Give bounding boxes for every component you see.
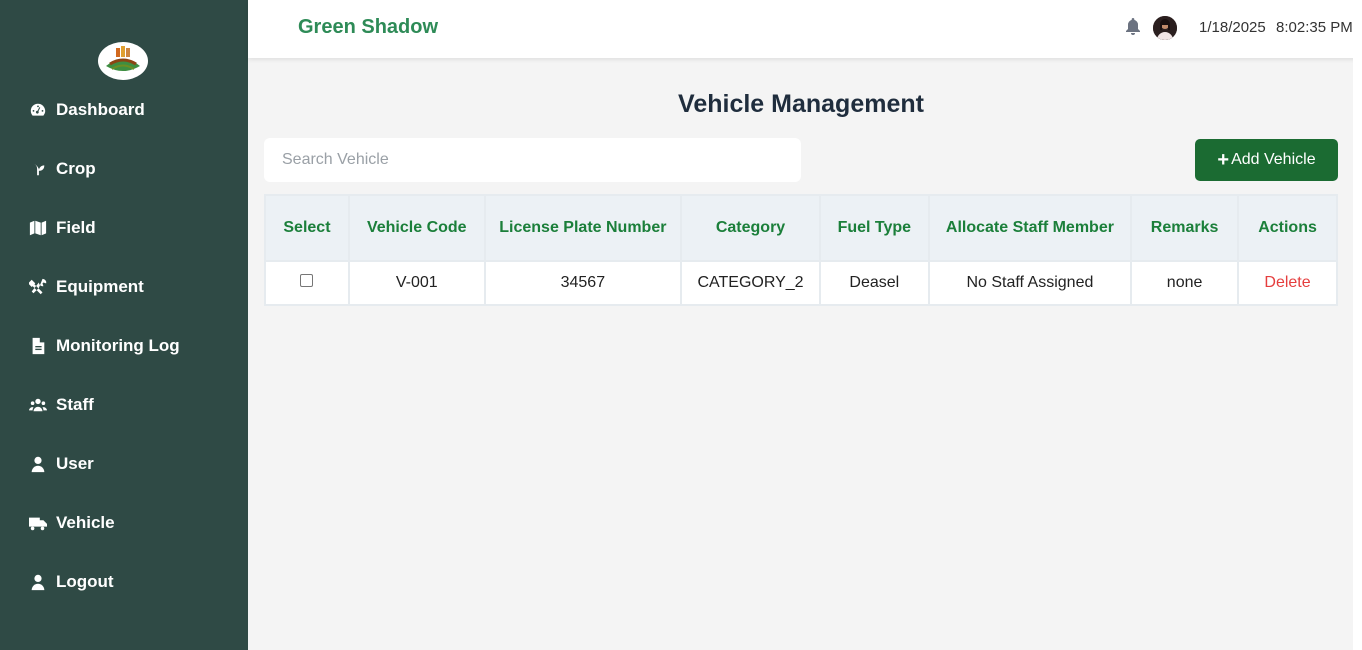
sidebar-item-label: Dashboard: [56, 100, 145, 119]
vehicle-table: Select Vehicle Code License Plate Number…: [264, 194, 1338, 306]
remarks-cell: none: [1130, 260, 1240, 306]
sidebar-item-equipment[interactable]: Equipment: [28, 275, 144, 299]
current-time: 8:02:35 PM: [1276, 19, 1353, 36]
scrollbar-track[interactable]: [1353, 58, 1362, 650]
bell-icon[interactable]: [1125, 18, 1141, 36]
column-header: Fuel Type: [818, 194, 930, 262]
column-header: Actions: [1237, 194, 1338, 262]
plus-icon: +: [1217, 149, 1230, 171]
column-header: Select: [264, 194, 350, 262]
staff-cell: No Staff Assigned: [927, 260, 1133, 306]
sidebar-item-user[interactable]: User: [28, 452, 94, 476]
app-logo[interactable]: [98, 42, 148, 80]
sidebar-item-monitoring-log[interactable]: Monitoring Log: [28, 334, 180, 358]
add-vehicle-button[interactable]: + Add Vehicle: [1195, 139, 1338, 181]
vehicle-code-cell: V-001: [347, 260, 486, 306]
category-cell: CATEGORY_2: [680, 260, 821, 306]
row-checkbox[interactable]: [300, 274, 314, 287]
column-header: Allocate Staff Member: [927, 194, 1133, 262]
sidebar-item-staff[interactable]: Staff: [28, 393, 94, 417]
column-header: Remarks: [1130, 194, 1240, 262]
add-vehicle-label: Add Vehicle: [1231, 151, 1316, 168]
column-header: Category: [680, 194, 821, 262]
sidebar-item-logout[interactable]: Logout: [28, 570, 114, 594]
tools-icon: [28, 277, 48, 297]
truck-icon: [28, 513, 48, 533]
column-header: Vehicle Code: [347, 194, 486, 262]
table-row: V-001 34567 CATEGORY_2 Deasel No Staff A…: [264, 260, 1338, 306]
search-input[interactable]: [264, 138, 801, 182]
sidebar-item-label: Crop: [56, 159, 96, 178]
page-title: Vehicle Management: [678, 90, 924, 118]
select-cell: [264, 260, 350, 306]
sidebar-item-label: Vehicle: [56, 513, 115, 532]
document-icon: [28, 336, 48, 356]
sidebar-item-dashboard[interactable]: Dashboard: [28, 98, 145, 122]
sidebar-item-label: Field: [56, 218, 96, 237]
sidebar-item-crop[interactable]: Crop: [28, 157, 96, 181]
map-icon: [28, 218, 48, 238]
sidebar-item-label: User: [56, 454, 94, 473]
user-icon: [28, 454, 48, 474]
current-date: 1/18/2025: [1199, 19, 1266, 36]
sidebar: Dashboard Crop Field Equipment Monitorin…: [0, 0, 248, 650]
sidebar-item-label: Staff: [56, 395, 94, 414]
fuel-type-cell: Deasel: [818, 260, 930, 306]
users-icon: [28, 395, 48, 415]
brand-title: Green Shadow: [298, 16, 439, 38]
delete-link[interactable]: Delete: [1237, 260, 1338, 306]
seedling-icon: [28, 159, 48, 179]
column-header: License Plate Number: [483, 194, 683, 262]
sidebar-item-label: Logout: [56, 572, 114, 591]
sidebar-item-vehicle[interactable]: Vehicle: [28, 511, 115, 535]
top-bar: Green Shadow 1/18/2025 8:02:35 PM: [248, 0, 1362, 58]
avatar[interactable]: [1153, 16, 1177, 40]
license-plate-cell: 34567: [483, 260, 683, 306]
table-header-row: Select Vehicle Code License Plate Number…: [264, 194, 1338, 262]
dashboard-icon: [28, 100, 48, 120]
user-icon: [28, 572, 48, 592]
sidebar-item-label: Monitoring Log: [56, 336, 180, 355]
sidebar-item-field[interactable]: Field: [28, 216, 96, 240]
sidebar-item-label: Equipment: [56, 277, 144, 296]
